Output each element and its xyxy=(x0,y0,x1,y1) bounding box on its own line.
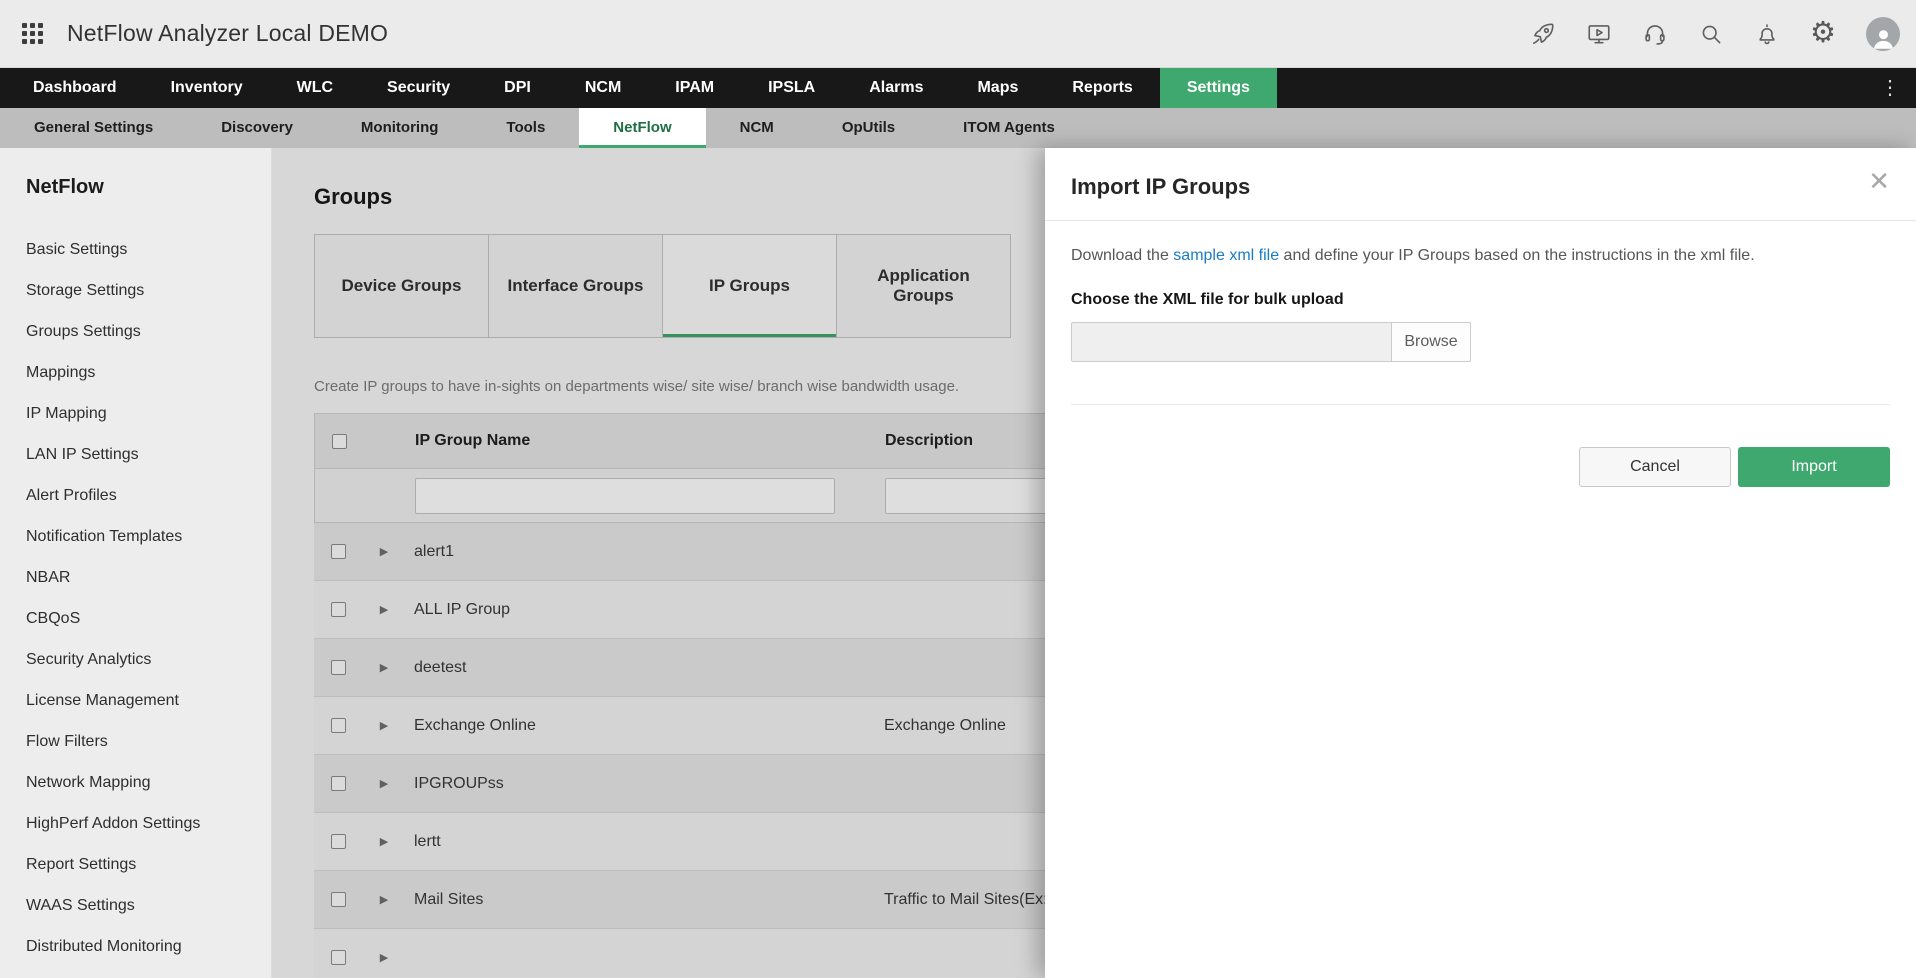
settings-sub-nav: General Settings Discovery Monitoring To… xyxy=(0,108,1916,148)
nav-item-wlc[interactable]: WLC xyxy=(270,68,360,108)
sidebar-item-nbar[interactable]: NBAR xyxy=(26,557,271,598)
nav-item-settings[interactable]: Settings xyxy=(1160,68,1277,108)
sidebar-item-network-mapping[interactable]: Network Mapping xyxy=(26,762,271,803)
nav-item-reports[interactable]: Reports xyxy=(1045,68,1159,108)
subnav-item-netflow[interactable]: NetFlow xyxy=(579,108,705,148)
sidebar: NetFlow Basic Settings Storage Settings … xyxy=(0,148,272,978)
main-nav: Dashboard Inventory WLC Security DPI NCM… xyxy=(0,68,1916,108)
import-ip-groups-panel: Import IP Groups ✕ Download the sample x… xyxy=(1045,148,1916,978)
sidebar-item-license-management[interactable]: License Management xyxy=(26,680,271,721)
sidebar-item-distributed-monitoring[interactable]: Distributed Monitoring xyxy=(26,926,271,967)
settings-gear-icon[interactable]: ⚙ xyxy=(1810,19,1836,48)
subnav-item-oputils[interactable]: OpUtils xyxy=(808,108,929,148)
topbar-icons: ⚙ xyxy=(1530,17,1916,51)
nav-item-ipsla[interactable]: IPSLA xyxy=(741,68,842,108)
rocket-icon[interactable] xyxy=(1530,21,1556,47)
nav-item-ipam[interactable]: IPAM xyxy=(648,68,741,108)
search-icon[interactable] xyxy=(1698,21,1724,47)
subnav-item-ncm[interactable]: NCM xyxy=(706,108,808,148)
nav-item-inventory[interactable]: Inventory xyxy=(144,68,270,108)
import-button[interactable]: Import xyxy=(1738,447,1890,487)
file-upload-row: Browse xyxy=(1071,322,1890,362)
sidebar-item-report-settings[interactable]: Report Settings xyxy=(26,844,271,885)
sidebar-item-notification-templates[interactable]: Notification Templates xyxy=(26,516,271,557)
close-icon[interactable]: ✕ xyxy=(1868,168,1890,194)
sidebar-item-cbqos[interactable]: CBQoS xyxy=(26,598,271,639)
panel-title: Import IP Groups xyxy=(1071,174,1886,200)
nav-item-alarms[interactable]: Alarms xyxy=(842,68,950,108)
demo-video-icon[interactable] xyxy=(1586,21,1612,47)
subnav-item-discovery[interactable]: Discovery xyxy=(187,108,327,148)
sidebar-item-basic-settings[interactable]: Basic Settings xyxy=(26,229,271,270)
nav-item-ncm[interactable]: NCM xyxy=(558,68,648,108)
sidebar-item-waas-settings[interactable]: WAAS Settings xyxy=(26,885,271,926)
overflow-menu-icon[interactable]: ⋮ xyxy=(1872,68,1908,108)
app-title: NetFlow Analyzer Local DEMO xyxy=(67,20,388,47)
panel-actions: Cancel Import xyxy=(1071,447,1890,487)
import-instructions: Download the sample xml file and define … xyxy=(1071,247,1890,265)
sidebar-item-ip-mapping[interactable]: IP Mapping xyxy=(26,393,271,434)
subnav-item-monitoring[interactable]: Monitoring xyxy=(327,108,472,148)
sidebar-item-lan-ip-settings[interactable]: LAN IP Settings xyxy=(26,434,271,475)
nav-item-security[interactable]: Security xyxy=(360,68,477,108)
browse-button[interactable]: Browse xyxy=(1391,322,1471,362)
sidebar-item-flow-filters[interactable]: Flow Filters xyxy=(26,721,271,762)
sidebar-item-mappings[interactable]: Mappings xyxy=(26,352,271,393)
apps-grid-icon[interactable] xyxy=(22,23,43,44)
subnav-item-itom-agents[interactable]: ITOM Agents xyxy=(929,108,1089,148)
sidebar-item-highperf-addon-settings[interactable]: HighPerf Addon Settings xyxy=(26,803,271,844)
sample-xml-link[interactable]: sample xml file xyxy=(1173,247,1279,264)
nav-item-dpi[interactable]: DPI xyxy=(477,68,558,108)
sidebar-item-alert-profiles[interactable]: Alert Profiles xyxy=(26,475,271,516)
panel-body: Download the sample xml file and define … xyxy=(1045,221,1916,513)
avatar[interactable] xyxy=(1866,17,1900,51)
nav-item-maps[interactable]: Maps xyxy=(950,68,1045,108)
sidebar-title: NetFlow xyxy=(26,176,271,199)
panel-header: Import IP Groups ✕ xyxy=(1045,148,1916,221)
sidebar-item-groups-settings[interactable]: Groups Settings xyxy=(26,311,271,352)
subnav-item-general-settings[interactable]: General Settings xyxy=(0,108,187,148)
notifications-bell-icon[interactable] xyxy=(1754,21,1780,47)
subnav-item-tools[interactable]: Tools xyxy=(472,108,579,148)
app-header: NetFlow Analyzer Local DEMO ⚙ xyxy=(0,0,1916,68)
sidebar-nav: Basic Settings Storage Settings Groups S… xyxy=(26,229,271,967)
sidebar-item-storage-settings[interactable]: Storage Settings xyxy=(26,270,271,311)
upload-label: Choose the XML file for bulk upload xyxy=(1071,291,1890,309)
headset-icon[interactable] xyxy=(1642,21,1668,47)
nav-item-dashboard[interactable]: Dashboard xyxy=(6,68,144,108)
sidebar-item-security-analytics[interactable]: Security Analytics xyxy=(26,639,271,680)
cancel-button[interactable]: Cancel xyxy=(1579,447,1731,487)
panel-divider xyxy=(1071,404,1890,405)
file-path-input[interactable] xyxy=(1071,322,1391,362)
